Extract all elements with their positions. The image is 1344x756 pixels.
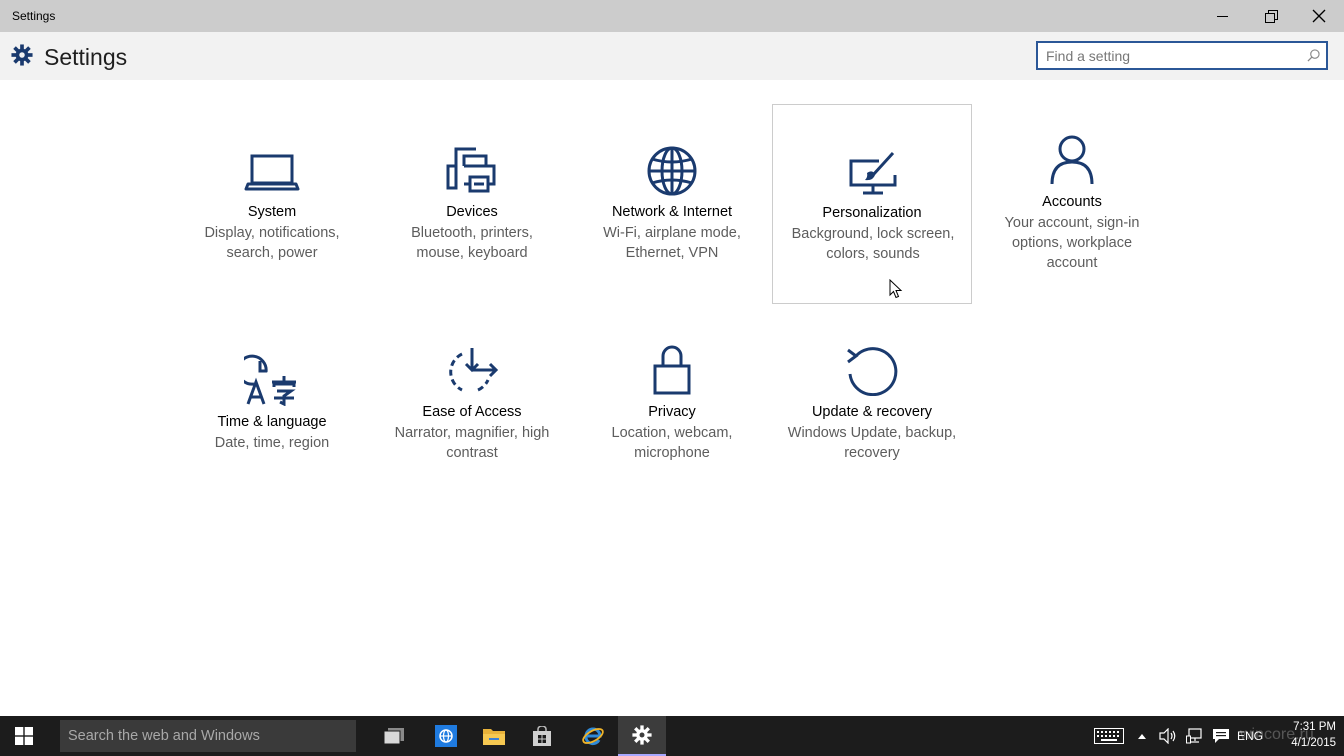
start-button[interactable] — [0, 716, 48, 756]
folder-icon — [483, 729, 505, 745]
ease-of-access-icon — [449, 348, 499, 392]
close-button[interactable] — [1296, 0, 1342, 32]
refresh-icon — [847, 347, 898, 396]
tile-title: Network & Internet — [611, 204, 733, 220]
gear-icon — [632, 725, 652, 745]
tile-devices[interactable]: Devices Bluetooth, printers, mouse, keyb… — [372, 104, 572, 304]
touch-keyboard-button[interactable] — [1090, 716, 1128, 756]
volume-button[interactable] — [1156, 716, 1180, 756]
tile-update-recovery[interactable]: Update & recovery Windows Update, backup… — [772, 314, 972, 514]
globe-icon — [647, 146, 697, 196]
internet-explorer-icon — [582, 727, 604, 746]
store-bag-icon — [533, 726, 551, 746]
notification-icon — [1213, 729, 1229, 743]
chevron-up-icon — [1138, 734, 1146, 739]
printer-icon — [446, 147, 496, 193]
tile-title: Accounts — [1042, 194, 1102, 210]
tile-description: Narrator, magnifier, high contrast — [394, 425, 550, 461]
tile-accounts[interactable]: Accounts Your account, sign-in options, … — [972, 104, 1172, 304]
tile-title: Time & language — [217, 414, 327, 430]
taskbar-settings-app[interactable] — [618, 716, 666, 756]
search-icon[interactable] — [1307, 49, 1320, 62]
lock-icon — [653, 345, 691, 395]
tile-title: Devices — [446, 204, 498, 220]
network-icon — [1186, 728, 1202, 744]
action-center-button[interactable] — [1208, 716, 1234, 756]
tile-description: Location, webcam, microphone — [611, 425, 733, 461]
network-button[interactable] — [1182, 716, 1206, 756]
tile-description: Background, lock screen, colors, sounds — [791, 226, 955, 262]
laptop-icon — [244, 154, 300, 191]
tile-ease-of-access[interactable]: Ease of Access Narrator, magnifier, high… — [372, 314, 572, 514]
window-title: Settings — [12, 9, 56, 23]
close-icon — [1312, 9, 1326, 23]
task-view-icon — [383, 728, 404, 745]
mouse-cursor-icon — [889, 279, 903, 299]
settings-header: Settings — [0, 32, 1344, 80]
windows-logo-icon — [15, 727, 33, 745]
minimize-button[interactable] — [1200, 0, 1246, 32]
tile-description: Display, notifications, search, power — [204, 225, 340, 261]
taskbar: Search the web and Windows ENG 7:31 PM 4… — [0, 716, 1344, 756]
tile-description: Windows Update, backup, recovery — [787, 425, 957, 461]
restore-icon — [1264, 9, 1278, 23]
paintbrush-monitor-icon — [849, 151, 897, 195]
find-setting-box[interactable] — [1036, 41, 1328, 70]
show-hidden-icons-button[interactable] — [1134, 716, 1150, 756]
tile-title: Personalization — [822, 205, 922, 221]
tile-title: Ease of Access — [422, 404, 522, 420]
minimize-icon — [1217, 16, 1228, 17]
tile-description: Your account, sign-in options, workplace… — [1004, 215, 1140, 271]
speaker-icon — [1159, 728, 1176, 744]
tile-network-internet[interactable]: Network & Internet Wi-Fi, airplane mode,… — [572, 104, 772, 304]
keyboard-icon — [1094, 728, 1124, 744]
taskbar-search-placeholder: Search the web and Windows — [68, 728, 260, 744]
page-title: Settings — [44, 44, 128, 70]
tile-description: Date, time, region — [214, 435, 330, 451]
tile-privacy[interactable]: Privacy Location, webcam, microphone — [572, 314, 772, 514]
gear-icon — [11, 44, 33, 66]
tile-description: Bluetooth, printers, mouse, keyboard — [411, 225, 533, 261]
clock-language-icon — [244, 354, 296, 406]
search-input[interactable] — [1046, 46, 1301, 66]
tile-title: System — [247, 204, 297, 220]
globe-app-icon — [435, 725, 457, 747]
tile-title: Update & recovery — [811, 404, 933, 420]
restore-button[interactable] — [1248, 0, 1294, 32]
tile-title: Privacy — [648, 404, 696, 420]
tile-time-language[interactable]: Time & language Date, time, region — [172, 314, 372, 514]
person-icon — [1050, 135, 1094, 185]
watermark-text: wincore.ru — [1240, 726, 1314, 743]
taskbar-search-box[interactable]: Search the web and Windows — [60, 720, 356, 752]
task-view-button[interactable] — [370, 716, 418, 756]
taskbar-store[interactable] — [518, 716, 566, 756]
taskbar-file-explorer[interactable] — [470, 716, 518, 756]
title-bar: Settings — [0, 0, 1344, 32]
taskbar-internet-explorer[interactable] — [569, 716, 617, 756]
tile-system[interactable]: System Display, notifications, search, p… — [172, 104, 372, 304]
tile-personalization[interactable]: Personalization Background, lock screen,… — [772, 104, 972, 304]
taskbar-browser-app[interactable] — [422, 716, 470, 756]
tile-description: Wi-Fi, airplane mode, Ethernet, VPN — [603, 225, 741, 261]
